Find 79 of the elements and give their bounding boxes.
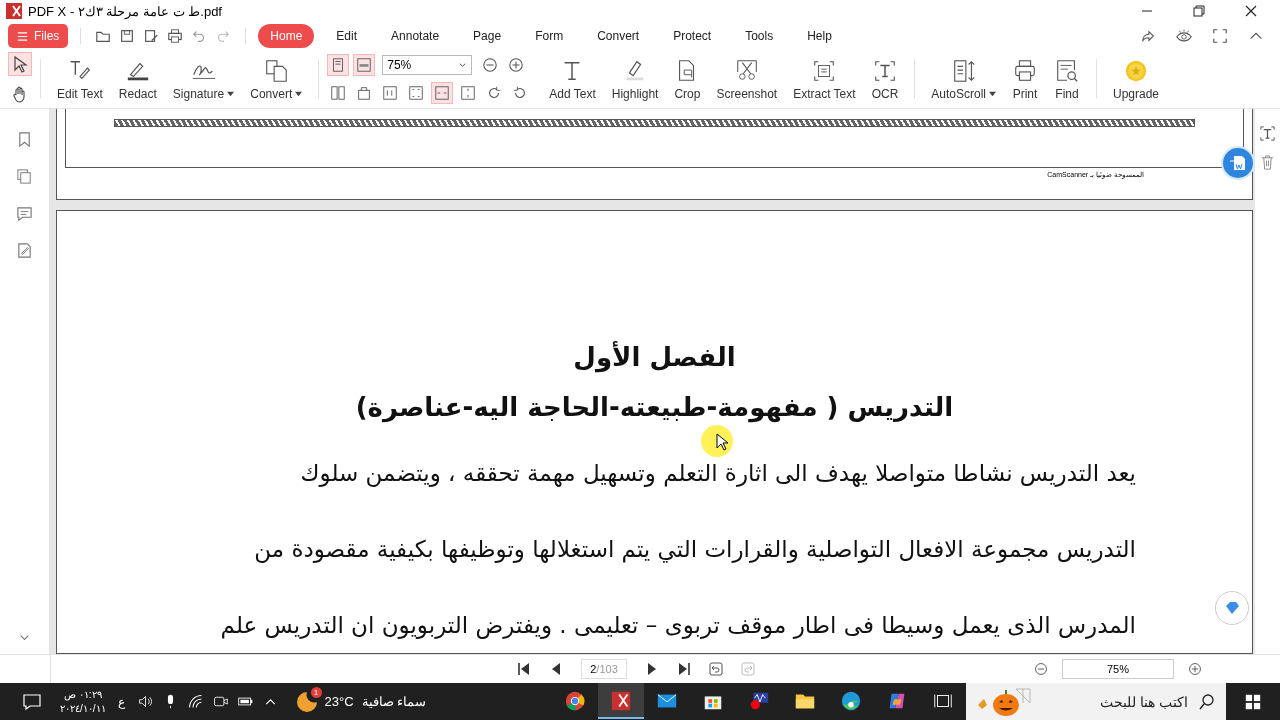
back-view-icon[interactable] [709,662,723,676]
signature-panel-icon[interactable] [16,242,33,259]
zoom-in-icon[interactable] [1188,662,1202,676]
comment-icon[interactable] [16,205,33,222]
fit-width-icon[interactable] [431,82,454,104]
toolbar-button[interactable]: Redact [112,57,163,101]
search-field[interactable]: اكتب هنا للبحث [966,683,1226,720]
body-text-line: المدرس الذى يعمل وسيطا فى اطار موقف تربوى – تعليمى . ويفترض التربويون ان التدريس علم [219,611,1137,640]
volume-icon[interactable] [136,693,154,710]
ocr-text-icon[interactable] [1259,125,1276,142]
weather-condition: سماء صافية [361,694,427,709]
toolbar-button[interactable]: AutoScroll [925,57,1002,101]
clock-time: ٠١:٢٩ ص [64,687,102,702]
last-page-icon[interactable] [677,662,691,676]
toolbar-button[interactable]: OCR [865,57,905,101]
toolbar-button[interactable]: Screenshot [710,57,784,101]
restore-icon[interactable] [1193,5,1205,17]
single-page-icon[interactable] [327,54,350,76]
zoom-out-icon[interactable] [1034,662,1048,676]
find-icon [1054,57,1080,84]
chapter-subtitle: التدريس ( مفهومة-طبيعته-الحاجة اليه-عناصرة) [354,391,955,424]
toolbar-button[interactable]: Convert [244,57,309,101]
continuous-page-icon[interactable] [353,54,376,76]
menu-tab[interactable]: Tools [733,24,786,48]
chevron-icon [458,60,468,70]
save-as-icon[interactable] [143,28,160,44]
first-page-icon[interactable] [517,662,531,676]
toolbar-button[interactable]: Upgrade [1107,57,1166,101]
window-title: PDF X - ط ت عامة مرحلة ٣ك٢.pdf [28,3,222,19]
menu-tab[interactable]: Form [523,24,576,48]
word-document-icon [1228,153,1248,173]
menu-icon [17,30,28,42]
page-number-field[interactable]: 2/103 [581,659,627,679]
caret-icon [989,90,996,97]
toolbar-button[interactable]: Highlight [605,57,665,101]
menu-tab[interactable]: Annotate [379,24,452,48]
mouse-pointer-icon [716,433,728,451]
app-logo-icon [6,3,22,19]
wifi-icon[interactable] [186,693,204,710]
moon-icon [296,691,317,712]
trash-icon[interactable] [1259,154,1276,171]
save-icon[interactable] [119,28,136,44]
chapter-heading: الفصل الأول [572,340,737,375]
menu-tab[interactable]: Page [461,24,514,48]
search-icon [1198,692,1216,711]
toolbar-button[interactable]: Edit Text [51,57,109,101]
print-icon[interactable] [167,28,184,44]
close-icon[interactable] [1245,5,1257,17]
bookmark-icon[interactable] [16,131,33,148]
menu-tab[interactable]: Edit [324,24,370,48]
print-icon [1012,57,1038,84]
pages-icon[interactable] [16,168,33,185]
toolbar-button[interactable]: Signature [166,57,241,101]
menu-tab[interactable]: Home [258,24,315,48]
toolbar-button[interactable]: Find [1048,57,1086,101]
toolbar-button[interactable]: Add Text [543,57,602,101]
clock-date: ٢٠٢٤/١٠/١١ [60,701,106,716]
menu-tab[interactable]: Protect [661,24,724,48]
eye-icon[interactable] [1176,28,1192,44]
toolbar-button[interactable]: Extract Text [787,57,862,101]
files-button[interactable]: Files [8,24,69,48]
zoom-field[interactable]: 75% [1062,659,1174,679]
share-icon[interactable] [1140,28,1156,44]
menu-tab[interactable]: Help [795,24,844,48]
toolbar-button[interactable]: Crop [668,57,707,101]
body-text-line: التدريس مجموعة الافعال التواصلية والقرارات التي يتم استغلالها وتوظيفها بكيفية مقصودة من [253,535,1137,564]
fullscreen-icon[interactable] [1212,28,1228,44]
pdf-app-icon[interactable] [598,683,644,719]
menu-tab[interactable]: Convert [585,24,652,48]
documents-icon [263,57,290,84]
caret-icon [227,90,235,97]
zoom-select[interactable]: 75% [382,55,473,75]
toolbar-button[interactable]: Print [1006,57,1044,101]
body-text-line: يعد التدريس نشاطا متواصلا يهدف الى اثارة التعلم وتسهيل مهمة تحققه ، ويتضمن سلوك [299,459,1137,488]
notification-icon[interactable] [22,691,42,712]
language-indicator[interactable]: ع [117,694,125,709]
temperature: 23°C [324,694,354,709]
caret-icon [295,90,303,97]
notification-badge: 1 [310,686,322,698]
